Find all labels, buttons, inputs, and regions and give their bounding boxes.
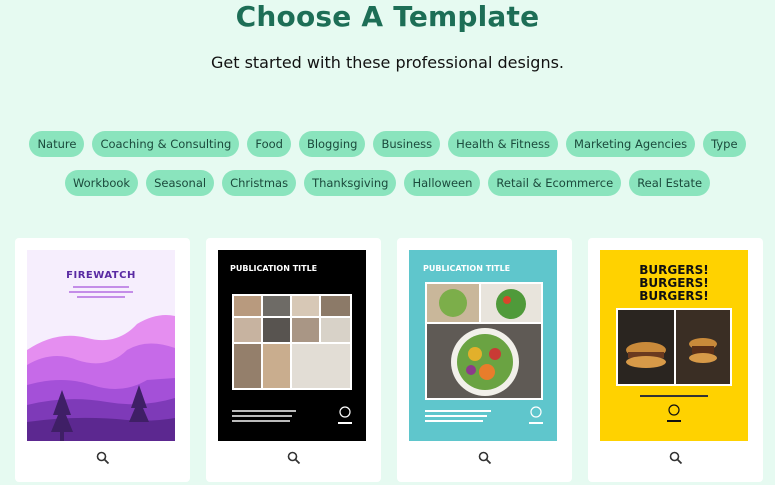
tag-seasonal[interactable]: Seasonal xyxy=(146,170,215,196)
tag-workbook[interactable]: Workbook xyxy=(64,170,139,196)
page-subtitle: Get started with these professional desi… xyxy=(210,53,565,72)
magnifier-icon xyxy=(478,451,491,465)
burger-photos xyxy=(616,308,732,422)
tag-real-estate[interactable]: Real Estate xyxy=(629,170,711,196)
template-card-publication-dark[interactable]: PUBLICATION TITLE xyxy=(206,238,381,482)
template-card-burgers[interactable]: BURGERS! BURGERS! BURGERS! xyxy=(588,238,763,482)
template-card-publication-teal[interactable]: PUBLICATION TITLE xyxy=(397,238,572,482)
tag-coaching-consulting[interactable]: Coaching & Consulting xyxy=(92,131,240,157)
template-cover: FIREWATCH xyxy=(27,250,175,441)
preview-button[interactable] xyxy=(15,450,190,470)
magnifier-icon xyxy=(96,451,109,465)
tag-thanksgiving[interactable]: Thanksgiving xyxy=(304,170,397,196)
template-card-firewatch[interactable]: FIREWATCH xyxy=(15,238,190,482)
mountain-illustration xyxy=(27,286,175,441)
template-cover: PUBLICATION TITLE xyxy=(409,250,557,441)
tag-health-fitness[interactable]: Health & Fitness xyxy=(448,131,559,157)
preview-button[interactable] xyxy=(206,450,381,470)
food-photos xyxy=(425,282,543,424)
tag-nature[interactable]: Nature xyxy=(29,131,85,157)
preview-button[interactable] xyxy=(588,450,763,470)
template-cover: BURGERS! BURGERS! BURGERS! xyxy=(600,250,748,441)
magnifier-icon xyxy=(669,451,682,465)
preview-button[interactable] xyxy=(397,450,572,470)
tag-retail-ecommerce[interactable]: Retail & Ecommerce xyxy=(488,170,622,196)
tag-halloween[interactable]: Halloween xyxy=(404,170,481,196)
template-cover: PUBLICATION TITLE xyxy=(218,250,366,441)
tag-type[interactable]: Type xyxy=(703,131,746,157)
tag-food[interactable]: Food xyxy=(247,131,291,157)
tag-christmas[interactable]: Christmas xyxy=(222,170,297,196)
category-tags-row-1: Nature Coaching & Consulting Food Bloggi… xyxy=(0,131,775,157)
category-tags-row-2: Workbook Seasonal Christmas Thanksgiving… xyxy=(0,170,775,196)
tag-blogging[interactable]: Blogging xyxy=(298,131,366,157)
tag-marketing-agencies[interactable]: Marketing Agencies xyxy=(566,131,696,157)
page-title: Choose A Template xyxy=(235,0,540,33)
photo-collage xyxy=(232,294,352,424)
tag-business[interactable]: Business xyxy=(373,131,441,157)
magnifier-icon xyxy=(287,451,300,465)
